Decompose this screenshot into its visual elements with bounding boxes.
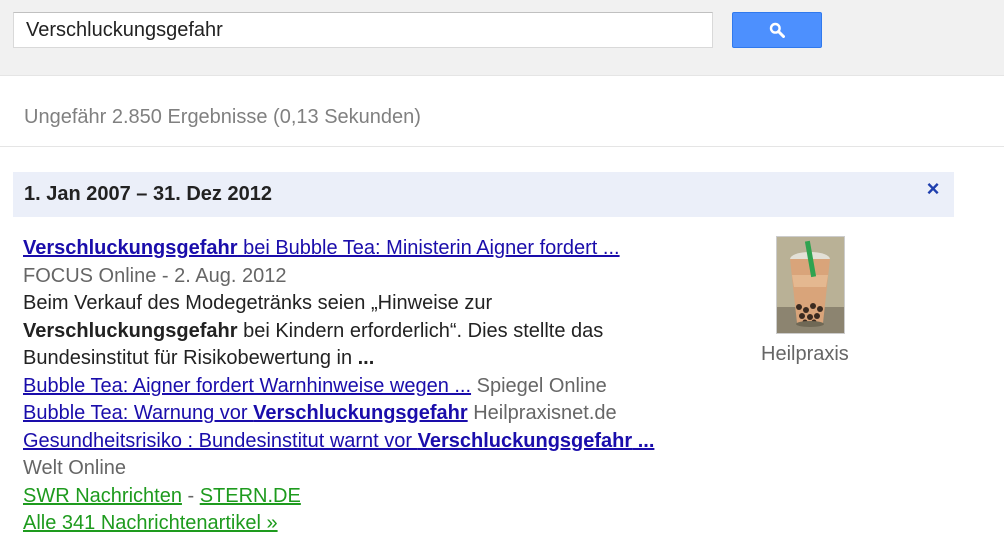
snippet-ellipsis: ...	[357, 347, 375, 369]
related-article: Gesundheitsrisiko : Bundesinstitut warnt…	[23, 428, 743, 456]
bubble-tea-image[interactable]	[776, 236, 845, 334]
date-range-label: 1. Jan 2007 – 31. Dez 2012	[24, 183, 272, 205]
related-article-link[interactable]: Bubble Tea: Warnung vor Verschluckungsge…	[23, 402, 468, 424]
snippet-text: bei Kindern erforderlich“. Dies stellte …	[237, 319, 604, 342]
snippet-line-1: Beim Verkauf des Modegetränks seien „Hin…	[23, 292, 493, 314]
link-ellipsis: ...	[632, 429, 655, 452]
news-result: Verschluckungsgefahr bei Bubble Tea: Min…	[23, 235, 743, 538]
related-article: Bubble Tea: Aigner fordert Warnhinweise …	[23, 373, 743, 401]
divider	[0, 146, 1004, 147]
link-text: Bubble Tea: Warnung vor	[23, 402, 254, 424]
search-icon	[769, 22, 785, 38]
source-link-swr[interactable]: SWR Nachrichten	[23, 485, 182, 507]
related-article-link[interactable]: Bubble Tea: Aigner fordert Warnhinweise …	[23, 375, 471, 397]
snippet-keyword: Verschluckungsgefahr	[23, 319, 238, 342]
source-link-stern[interactable]: STERN.DE	[200, 485, 301, 507]
result-stats: Ungefähr 2.850 Ergebnisse (0,13 Sekunden…	[24, 106, 421, 128]
related-article-source: Welt Online	[23, 457, 127, 479]
related-article-source: Heilpraxisnet.de	[467, 402, 617, 424]
link-keyword: Verschluckungsgefahr	[253, 402, 468, 424]
source-separator: -	[181, 484, 200, 507]
related-article-source: Spiegel Online	[471, 374, 607, 397]
result-title-link[interactable]: Verschluckungsgefahr bei Bubble Tea: Min…	[23, 237, 620, 259]
thumbnail-caption: Heilpraxis	[761, 343, 849, 365]
date-filter-banner: 1. Jan 2007 – 31. Dez 2012 ×	[13, 172, 954, 217]
link-keyword: Verschluckungsgefahr	[417, 429, 633, 452]
related-article-link[interactable]: Gesundheitsrisiko : Bundesinstitut warnt…	[23, 430, 654, 452]
snippet-line-2: Verschluckungsgefahr bei Kindern erforde…	[23, 318, 743, 346]
title-keyword: Verschluckungsgefahr	[23, 237, 238, 259]
all-articles-link[interactable]: Alle 341 Nachrichtenartikel »	[23, 512, 278, 534]
search-header	[0, 0, 1004, 76]
snippet-line-3: Bundesinstitut für Risikobewertung in ..…	[23, 345, 743, 373]
more-sources: SWR Nachrichten - STERN.DE	[23, 483, 743, 511]
link-text: Gesundheitsrisiko : Bundesinstitut warnt…	[23, 429, 418, 452]
result-source: FOCUS Online - 2. Aug. 2012	[23, 264, 287, 287]
bubble-tea-image	[777, 237, 844, 333]
search-input[interactable]	[13, 12, 713, 48]
close-icon[interactable]: ×	[924, 178, 942, 200]
snippet-text: Bundesinstitut für Risikobewertung in	[23, 347, 358, 369]
search-button[interactable]	[732, 12, 822, 48]
related-article: Bubble Tea: Warnung vor Verschluckungsge…	[23, 400, 743, 428]
title-rest: bei Bubble Tea: Ministerin Aigner forder…	[237, 237, 620, 259]
